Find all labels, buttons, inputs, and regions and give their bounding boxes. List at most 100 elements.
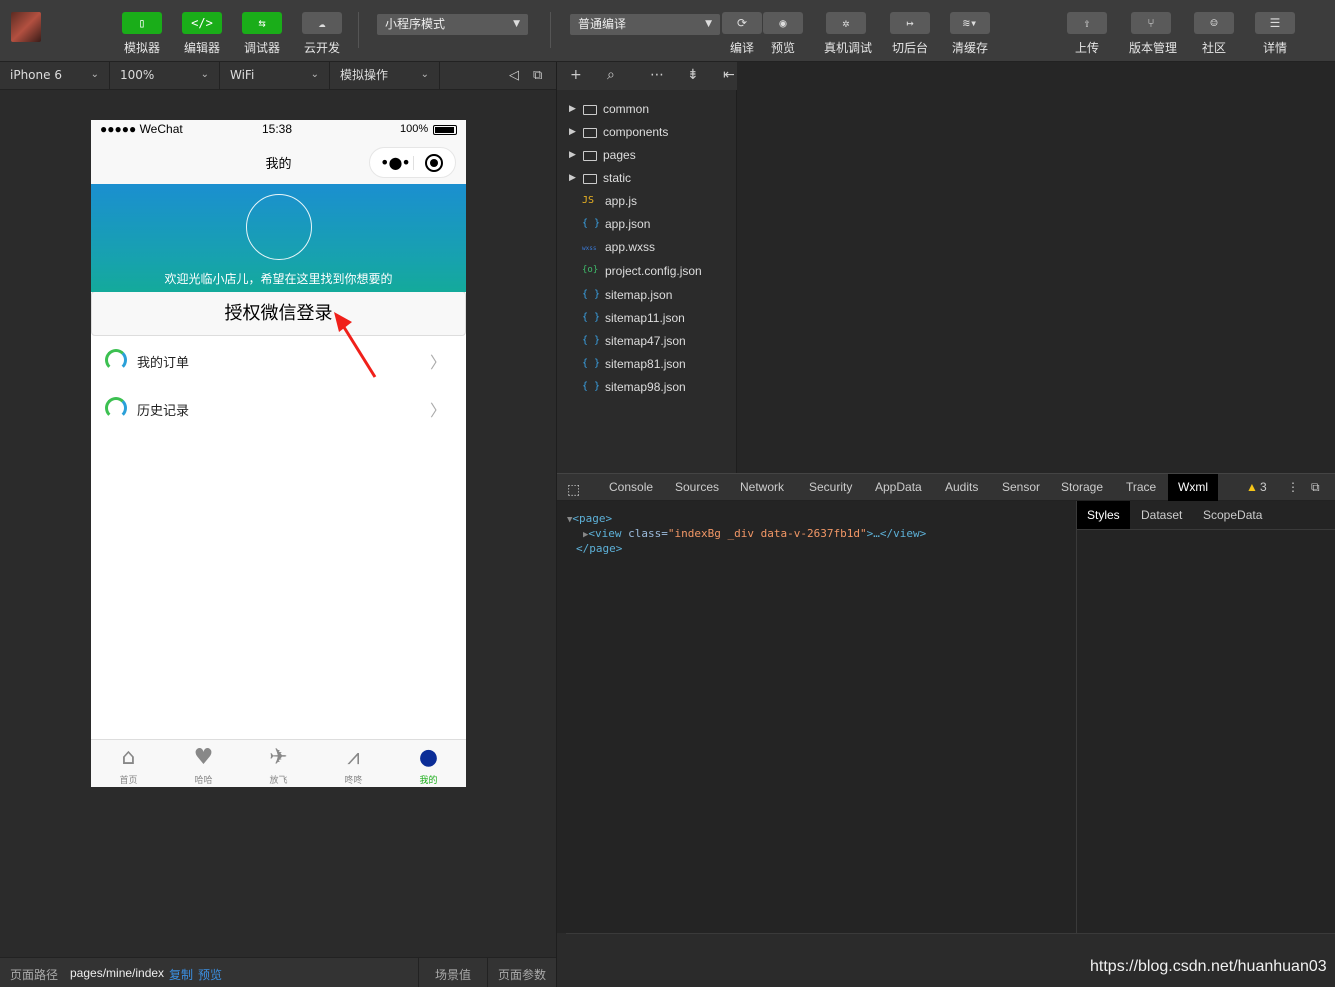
preview-button[interactable]: ◉ 预览	[761, 12, 805, 56]
tab-scopedata[interactable]: ScopeData	[1203, 501, 1262, 529]
page-params-button[interactable]: 页面参数	[498, 966, 546, 983]
close-miniprogram-icon[interactable]	[425, 154, 443, 172]
menu-item-label: 我的订单	[137, 356, 190, 371]
clear-cache-button[interactable]: ≋▾ 清缓存	[948, 12, 992, 56]
json-file-icon: { }	[582, 335, 601, 346]
tab-console[interactable]: Console	[609, 474, 653, 501]
tab-network[interactable]: Network	[740, 474, 784, 501]
caret-down-icon: ▼	[513, 19, 520, 29]
mode-select[interactable]: 小程序模式 ▼	[377, 14, 528, 35]
menu-item-history[interactable]: 历史记录 〉	[91, 384, 466, 432]
cloud-button[interactable]: ☁ 云开发	[300, 12, 344, 56]
popout-icon[interactable]: ⧉	[533, 68, 542, 84]
simulator-button[interactable]: ▯ 模拟器	[120, 12, 164, 56]
editor-area[interactable]	[737, 62, 1335, 473]
dock-icon[interactable]: ⧉	[1311, 474, 1320, 501]
details-button[interactable]: ☰ 详情	[1253, 12, 1297, 56]
file-item[interactable]: wxss app.wxss	[557, 238, 737, 258]
menu-item-orders[interactable]: 我的订单 〉	[91, 336, 466, 384]
device-select[interactable]: iPhone 6 ⌄	[0, 62, 110, 89]
layers-icon: ≋▾	[950, 12, 990, 34]
tab-trace[interactable]: Trace	[1126, 474, 1156, 501]
network-select[interactable]: WiFi ⌄	[220, 62, 330, 89]
folder-item[interactable]: ▶ common	[557, 100, 737, 120]
inspect-icon[interactable]: ⬚	[567, 476, 580, 503]
tab-audits[interactable]: Audits	[945, 474, 978, 501]
warning-count[interactable]: 3	[1260, 474, 1267, 501]
tab-home[interactable]: ⌂ 首页	[91, 744, 166, 786]
backstage-button[interactable]: ↦ 切后台	[888, 12, 932, 56]
tab-appdata[interactable]: AppData	[875, 474, 922, 501]
warning-icon[interactable]: ▲	[1246, 474, 1258, 501]
branch-icon: ⑂	[1131, 12, 1171, 34]
tab-haha[interactable]: ♥ 哈哈	[166, 744, 241, 786]
tab-mine[interactable]: ● 我的	[391, 744, 466, 786]
folder-item[interactable]: ▶ static	[557, 169, 737, 189]
community-button[interactable]: ☺ 社区	[1192, 12, 1236, 56]
file-item[interactable]: { } sitemap81.json	[557, 355, 737, 375]
more-icon[interactable]: •●•	[380, 153, 411, 172]
file-item[interactable]: { } sitemap.json	[557, 286, 737, 306]
tab-sources[interactable]: Sources	[675, 474, 719, 501]
wxml-node-view[interactable]: ▶<view class="indexBg _div data-v-2637fb…	[583, 527, 926, 540]
kebab-menu-icon[interactable]: ⋮	[1287, 474, 1299, 501]
refresh-icon: ⟳	[722, 12, 762, 34]
file-item[interactable]: JS app.js	[557, 192, 737, 212]
copy-link[interactable]: 复制	[169, 966, 193, 983]
json-file-icon: { }	[582, 289, 601, 300]
editor-button[interactable]: </> 编辑器	[180, 12, 224, 56]
tab-sensor[interactable]: Sensor	[1002, 474, 1040, 501]
file-item[interactable]: { } sitemap11.json	[557, 309, 737, 329]
wechat-login-button[interactable]: 授权微信登录	[91, 291, 466, 336]
search-icon[interactable]: ⌕	[607, 67, 615, 83]
user-avatar[interactable]	[11, 12, 41, 42]
config-file-icon: {o}	[582, 265, 599, 275]
divider	[550, 12, 551, 48]
preview-link[interactable]: 预览	[198, 966, 222, 983]
compile-select[interactable]: 普通编译 ▼	[570, 14, 720, 35]
tab-storage[interactable]: Storage	[1061, 474, 1103, 501]
wxml-tree[interactable]: ▼<page> ▶<view class="indexBg _div data-…	[557, 501, 1077, 933]
rocket-icon: ✈	[269, 745, 288, 770]
folder-item[interactable]: ▶ pages	[557, 146, 737, 166]
compile-button[interactable]: ⟳ 编译	[720, 12, 764, 56]
tab-dataset[interactable]: Dataset	[1141, 501, 1182, 529]
tab-security[interactable]: Security	[809, 474, 852, 501]
divider	[413, 156, 414, 170]
eye-icon: ◉	[763, 12, 803, 34]
file-item[interactable]: {o} project.config.json	[557, 262, 737, 282]
debugger-button[interactable]: ⇆ 调试器	[240, 12, 284, 56]
real-debug-button[interactable]: ✲ 真机调试	[824, 12, 872, 56]
tab-wxml[interactable]: Wxml	[1168, 474, 1218, 501]
add-icon[interactable]: +	[570, 67, 582, 83]
folder-item[interactable]: ▶ components	[557, 123, 737, 143]
json-file-icon: { }	[582, 312, 601, 323]
tab-styles[interactable]: Styles	[1077, 501, 1130, 529]
scene-button[interactable]: 场景值	[435, 966, 471, 983]
file-item[interactable]: { } sitemap47.json	[557, 332, 737, 352]
operation-select[interactable]: 模拟操作 ⌄	[330, 62, 440, 89]
capsule-menu[interactable]: •●•	[369, 147, 456, 178]
wxss-file-icon: wxss	[582, 245, 597, 252]
file-item[interactable]: { } app.json	[557, 215, 737, 235]
phone-navbar: 我的 •●•	[91, 140, 466, 184]
more-icon[interactable]: ⋯	[650, 67, 664, 83]
mute-icon[interactable]: ◁	[509, 68, 519, 84]
sort-icon[interactable]: ⇟	[687, 67, 699, 83]
version-button[interactable]: ⑂ 版本管理	[1129, 12, 1177, 56]
zoom-select[interactable]: 100% ⌄	[110, 62, 220, 89]
tab-fly[interactable]: ✈ 放飞	[241, 744, 316, 786]
path-label: 页面路径	[10, 968, 59, 982]
file-item[interactable]: { } sitemap98.json	[557, 378, 737, 398]
chevron-right-icon: 〉	[429, 353, 446, 372]
filetree-toolbar: + ⌕ ⋯ ⇟ ⇤	[557, 62, 737, 90]
devtools-tabbar: ⬚ Console Sources Network Security AppDa…	[557, 473, 1335, 501]
wxml-node-page[interactable]: ▼<page>	[567, 512, 612, 525]
folder-icon	[583, 128, 597, 138]
upload-button[interactable]: ⇪ 上传	[1065, 12, 1109, 56]
collapse-panel-icon[interactable]: ⇤	[723, 67, 735, 83]
tab-dongdong[interactable]: ⩘ 咚咚	[316, 744, 391, 786]
caret-right-icon: ▶	[569, 103, 576, 113]
battery-label: 100%	[400, 123, 429, 135]
menu-icon: ☰	[1255, 12, 1295, 34]
